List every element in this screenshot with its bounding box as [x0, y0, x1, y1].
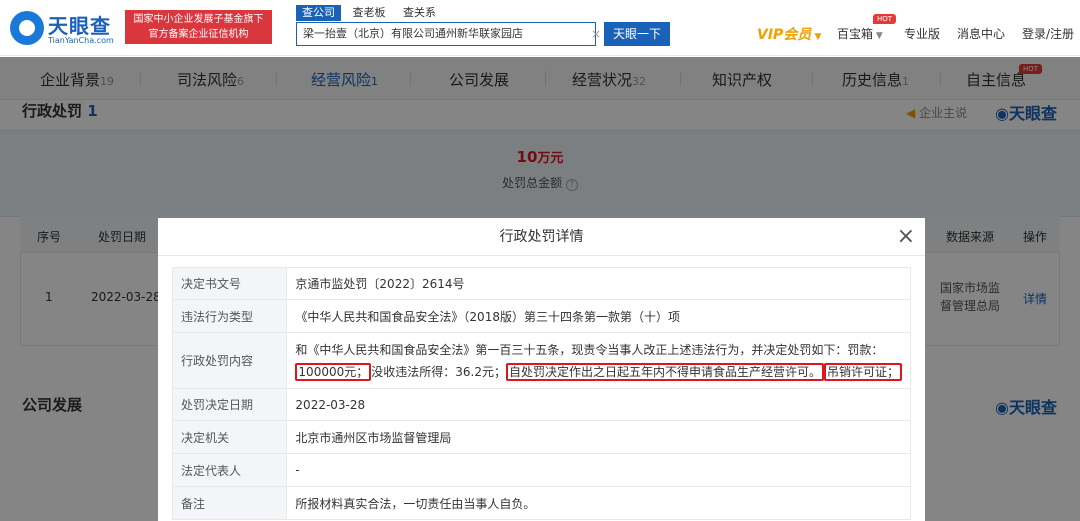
detail-key: 法定代表人: [171, 453, 288, 487]
vip-menu[interactable]: VIP会员 ▼: [757, 24, 821, 44]
search-tabs: 查公司 查老板 查关系: [296, 5, 444, 21]
slogan-line-2: 官方备案企业征信机构: [148, 29, 249, 40]
search-tab-company[interactable]: 查公司: [296, 5, 341, 21]
detail-value: 2022-03-28: [286, 388, 911, 421]
logo-name: 天眼查: [48, 14, 111, 38]
revoke-license-highlight: 吊销许可证；: [823, 362, 902, 381]
detail-value: 所报材料真实合法，一切责任由当事人自负。: [286, 486, 911, 520]
top-header: 天眼查 TianYanCha.com 国家中小企业发展子基金旗下 官方备案企业征…: [0, 0, 1080, 56]
detail-key: 处罚决定日期: [171, 388, 288, 421]
confiscation-text: 没收违法所得：36.2元；: [371, 364, 506, 379]
site-logo[interactable]: 天眼查 TianYanCha.com: [8, 8, 118, 48]
slogan-banner: 国家中小企业发展子基金旗下 官方备案企业征信机构: [125, 10, 272, 44]
message-center-link[interactable]: 消息中心: [957, 25, 1005, 42]
detail-row: 决定书文号 京通市监处罚〔2022〕2614号: [171, 267, 911, 300]
detail-value-penalty-content: 和《中华人民共和国食品安全法》第一百三十五条，现责令当事人改正上述违法行为，并决…: [286, 332, 911, 389]
detail-row: 备注 所报材料真实合法，一切责任由当事人自负。: [171, 486, 911, 520]
penalty-content-line: 和《中华人民共和国食品安全法》第一百三十五条，现责令当事人改正上述违法行为，并决…: [295, 342, 884, 357]
detail-value: -: [286, 453, 911, 487]
vip-label: VIP会员: [757, 27, 812, 43]
detail-value: 《中华人民共和国食品安全法》（2018版）第三十四条第一款第（十）项: [286, 299, 911, 333]
detail-row: 法定代表人 -: [171, 453, 911, 487]
logo-domain: TianYanCha.com: [48, 36, 114, 45]
hot-badge: HOT: [873, 14, 897, 24]
detail-row: 行政处罚内容 和《中华人民共和国食品安全法》第一百三十五条，现责令当事人改正上述…: [171, 332, 911, 389]
chevron-down-icon: ▼: [811, 32, 822, 42]
detail-row: 决定机关 北京市通州区市场监督管理局: [171, 420, 911, 454]
chevron-down-icon: ▼: [873, 31, 883, 41]
search-input[interactable]: 梁一抬壹（北京）有限公司通州新华联家园店: [296, 22, 596, 46]
login-link[interactable]: 登录/注册: [1022, 25, 1074, 42]
detail-key: 备注: [171, 486, 288, 520]
treasure-label: 百宝箱: [837, 27, 874, 41]
fine-amount-highlight: 100000元；: [295, 362, 372, 381]
detail-row: 违法行为类型 《中华人民共和国食品安全法》（2018版）第三十四条第一款第（十）…: [171, 299, 911, 333]
slogan-line-1: 国家中小企业发展子基金旗下: [133, 14, 264, 25]
penalty-detail-modal: 行政处罚详情 × 决定书文号 京通市监处罚〔2022〕2614号 违法行为类型 …: [158, 218, 925, 521]
detail-row: 处罚决定日期 2022-03-28: [171, 388, 911, 421]
license-ban-highlight: 自处罚决定作出之日起五年内不得申请食品生产经营许可。: [505, 362, 824, 381]
logo-mark-icon: [10, 11, 44, 45]
modal-title: 行政处罚详情: [158, 218, 925, 256]
search-button[interactable]: 天眼一下: [604, 22, 670, 46]
detail-value: 北京市通州区市场监督管理局: [286, 420, 911, 454]
penalty-content-line: 100000元； 没收违法所得：36.2元； 自处罚决定作出之日起五年内不得申请食品…: [295, 361, 902, 383]
detail-table: 决定书文号 京通市监处罚〔2022〕2614号 违法行为类型 《中华人民共和国食…: [171, 267, 911, 520]
close-icon[interactable]: ×: [897, 224, 915, 250]
detail-key: 决定机关: [171, 420, 288, 454]
detail-value: 京通市监处罚〔2022〕2614号: [286, 267, 911, 300]
detail-key: 决定书文号: [171, 267, 288, 300]
search-tab-boss[interactable]: 查老板: [347, 5, 392, 21]
treasure-menu[interactable]: 百宝箱 ▼: [837, 25, 883, 42]
detail-key: 违法行为类型: [171, 299, 288, 333]
search-clear-icon[interactable]: ×: [591, 27, 601, 41]
detail-key: 行政处罚内容: [171, 332, 288, 389]
search-tab-relation[interactable]: 查关系: [397, 5, 442, 21]
pro-link[interactable]: 专业版: [904, 25, 940, 42]
